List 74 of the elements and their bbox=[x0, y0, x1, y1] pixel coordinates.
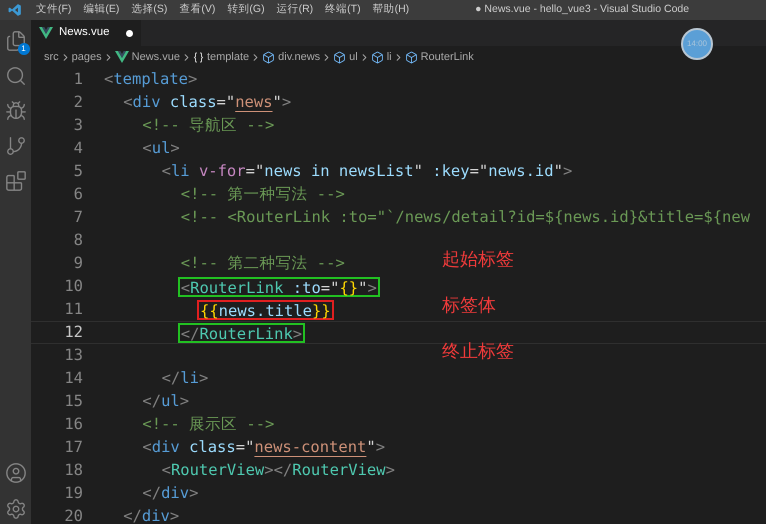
cube-icon bbox=[370, 50, 384, 64]
cube-icon bbox=[262, 50, 276, 64]
breadcrumb-item[interactable]: pages bbox=[72, 48, 102, 66]
code-line: <!-- <RouterLink :to="`/news/detail?id=${news.id}&title=${new bbox=[180, 208, 752, 228]
breadcrumb-item[interactable]: News.vue bbox=[132, 48, 180, 66]
files-icon[interactable] bbox=[4, 30, 26, 52]
annotation-note: 标签体 bbox=[442, 294, 496, 318]
code-line: <template> bbox=[103, 70, 198, 90]
search-icon[interactable] bbox=[4, 65, 26, 87]
breadcrumb-item[interactable]: ul bbox=[349, 48, 358, 66]
code-line: <div class="news"> bbox=[122, 92, 292, 112]
editor-tab[interactable]: News.vue bbox=[31, 20, 140, 46]
extensions-icon[interactable] bbox=[4, 170, 26, 192]
line-number: 8 bbox=[72, 230, 83, 251]
code-line: <!-- 展示区 --> bbox=[141, 414, 276, 434]
line-number: 4 bbox=[72, 138, 83, 159]
code-line: <li v-for="news in newsList" :key="news.id"> bbox=[160, 162, 574, 182]
menu-item[interactable]: 转到(G) bbox=[221, 2, 271, 18]
tab-label: News.vue bbox=[59, 25, 110, 40]
code-line: <div class="news-content"> bbox=[141, 438, 386, 458]
line-number: 20 bbox=[63, 506, 83, 524]
account-icon[interactable] bbox=[4, 462, 26, 484]
braces-icon bbox=[192, 52, 204, 62]
code-line: </div> bbox=[141, 484, 200, 504]
code-line: </li> bbox=[160, 368, 210, 388]
line-number: 6 bbox=[72, 184, 83, 205]
notification-badge: 1 bbox=[18, 43, 30, 55]
branch-icon[interactable] bbox=[4, 135, 26, 157]
code-line: <!-- 第二种写法 --> bbox=[180, 254, 346, 274]
menu-item[interactable]: 运行(R) bbox=[270, 2, 320, 18]
breadcrumb-item[interactable]: RouterLink bbox=[420, 48, 474, 66]
menu-item[interactable]: 查看(V) bbox=[173, 2, 222, 18]
line-number: 13 bbox=[63, 344, 83, 366]
cube-icon bbox=[333, 50, 346, 64]
line-number: 11 bbox=[63, 298, 83, 320]
line-number: 17 bbox=[63, 436, 83, 458]
breadcrumb-item[interactable]: div.news bbox=[278, 48, 320, 66]
menu-item[interactable]: 文件(F) bbox=[30, 2, 78, 18]
annotation-note: 起始标签 bbox=[442, 248, 514, 272]
breadcrumb-item[interactable]: src bbox=[44, 48, 59, 66]
line-number: 18 bbox=[63, 460, 83, 481]
app-logo-icon bbox=[8, 3, 22, 17]
line-number: 2 bbox=[72, 92, 83, 113]
code-line: </div> bbox=[122, 506, 180, 524]
line-number: 9 bbox=[72, 252, 83, 274]
line-number: 14 bbox=[63, 368, 83, 389]
menu-item[interactable]: 选择(S) bbox=[125, 2, 174, 18]
line-number: 7 bbox=[72, 206, 83, 228]
vue-logo-icon bbox=[39, 27, 53, 39]
line-number: 16 bbox=[63, 414, 83, 435]
menu-item[interactable]: 终端(T) bbox=[319, 2, 367, 18]
line-number: 19 bbox=[63, 482, 83, 504]
vue-logo-icon bbox=[114, 51, 129, 63]
annotation-note: 终止标签 bbox=[442, 340, 514, 364]
window-title: ● News.vue - hello_vue3 - Visual Studio Code bbox=[475, 2, 690, 18]
line-number: 12 bbox=[63, 322, 83, 343]
line-number: 15 bbox=[63, 390, 83, 412]
breadcrumb-item[interactable]: template bbox=[206, 48, 250, 66]
code-line: <ul> bbox=[141, 138, 181, 158]
menu-item[interactable]: 编辑(E) bbox=[77, 2, 126, 18]
line-number: 5 bbox=[72, 160, 83, 182]
menu-item[interactable]: 帮助(H) bbox=[366, 2, 416, 18]
bug-icon[interactable] bbox=[4, 100, 26, 122]
line-number: 10 bbox=[63, 276, 83, 297]
line-number: 3 bbox=[72, 114, 83, 136]
code-line: <!-- 第一种写法 --> bbox=[180, 184, 346, 204]
code-line: <RouterView></RouterView> bbox=[160, 460, 396, 480]
line-number: 1 bbox=[72, 68, 83, 90]
breadcrumb-item[interactable]: li bbox=[386, 48, 392, 66]
settings-icon[interactable] bbox=[4, 498, 26, 520]
code-line: </ul> bbox=[141, 392, 190, 412]
cube-icon bbox=[404, 50, 418, 64]
code-line: <!-- 导航区 --> bbox=[141, 116, 276, 136]
clock-time: 14:00 bbox=[686, 38, 708, 50]
